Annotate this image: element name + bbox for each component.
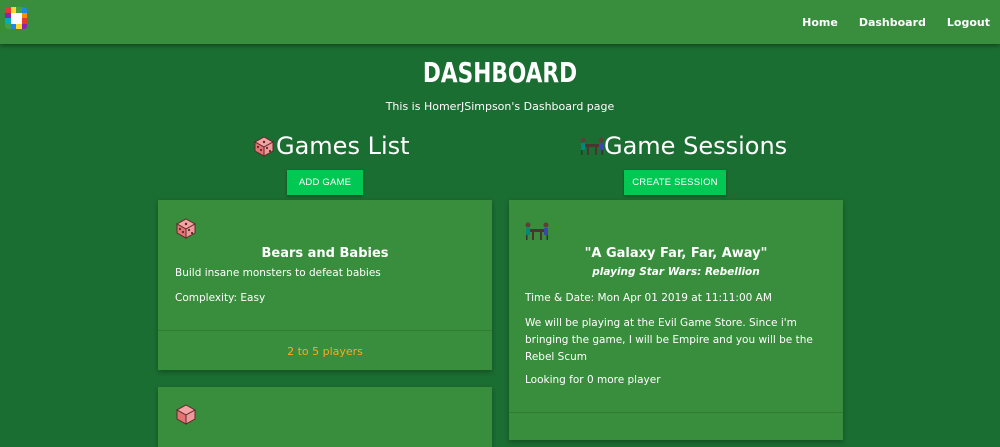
game-table-icon xyxy=(580,135,604,157)
game-card[interactable]: Bears and Babies Build insane monsters t… xyxy=(158,200,492,370)
dice-icon xyxy=(253,135,275,157)
session-card[interactable]: "A Galaxy Far, Far, Away" playing Star W… xyxy=(509,200,843,440)
nav-logout-link[interactable]: Logout xyxy=(947,16,990,29)
game-sessions-heading: Game Sessions xyxy=(580,130,787,162)
game-description: Build insane monsters to defeat babies xyxy=(175,267,381,279)
game-table-icon xyxy=(525,220,549,246)
games-list-title: Games List xyxy=(276,132,410,160)
game-title: Bears and Babies xyxy=(261,246,389,261)
game-complexity: Complexity: Easy xyxy=(175,292,266,304)
session-datetime: Time & Date: Mon Apr 01 2019 at 11:11:00… xyxy=(525,292,772,304)
games-list-heading: Games List xyxy=(253,130,410,162)
session-description-line: We will be playing at the Evil Game Stor… xyxy=(525,317,797,329)
session-title: "A Galaxy Far, Far, Away" xyxy=(584,246,768,261)
dice-icon xyxy=(175,217,197,243)
dice-icon xyxy=(175,403,197,429)
create-session-button[interactable]: CREATE SESSION xyxy=(624,170,726,195)
app-logo-icon[interactable] xyxy=(5,7,27,29)
game-players: 2 to 5 players xyxy=(158,330,492,371)
nav-links: Home Dashboard Logout xyxy=(781,0,990,44)
nav-home-link[interactable]: Home xyxy=(802,16,838,29)
page-subtitle: This is HomerJSimpson's Dashboard page xyxy=(385,100,615,113)
card-divider xyxy=(509,412,843,413)
game-sessions-title: Game Sessions xyxy=(604,132,788,160)
session-looking-for: Looking for 0 more player xyxy=(525,374,661,386)
session-game-name: playing Star Wars: Rebellion xyxy=(592,266,760,278)
session-description-line: bringing the game, I will be Empire and … xyxy=(525,334,813,346)
page-title: DASHBOARD xyxy=(422,56,578,89)
navbar: Home Dashboard Logout xyxy=(0,0,1000,44)
nav-dashboard-link[interactable]: Dashboard xyxy=(859,16,926,29)
add-game-button[interactable]: ADD GAME xyxy=(287,170,363,195)
game-card[interactable] xyxy=(158,387,492,447)
session-description-line: Rebel Scum xyxy=(525,351,587,363)
